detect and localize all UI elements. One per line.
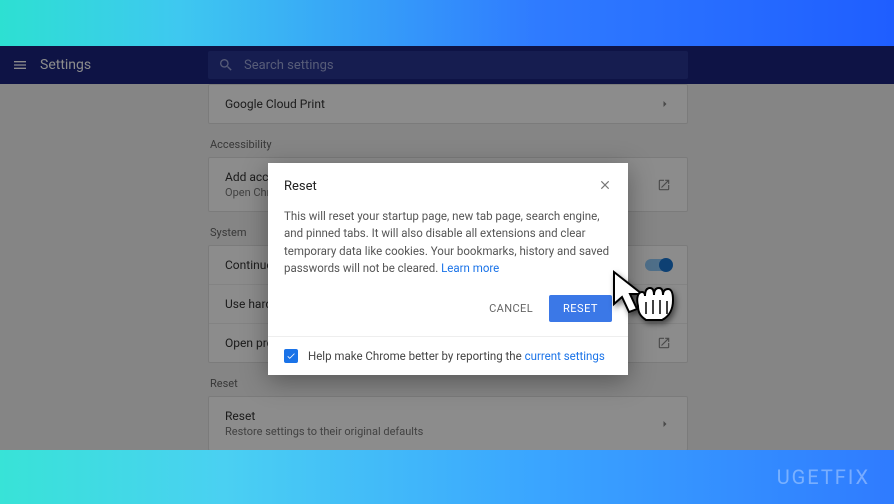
row-reset[interactable]: Reset Restore settings to their original…: [209, 397, 687, 450]
learn-more-link[interactable]: Learn more: [441, 261, 499, 275]
report-label: Help make Chrome better by reporting the…: [308, 349, 605, 363]
reset-dialog: Reset This will reset your startup page,…: [268, 163, 628, 375]
section-reset: Reset: [210, 377, 688, 390]
dialog-body: This will reset your startup page, new t…: [268, 206, 628, 287]
row-cloud-print[interactable]: Google Cloud Print: [209, 85, 687, 123]
dialog-title: Reset: [284, 179, 317, 194]
chevron-right-icon: [659, 98, 671, 110]
report-checkbox[interactable]: [284, 349, 298, 363]
search-placeholder: Search settings: [244, 58, 334, 73]
report-text: Help make Chrome better by reporting the: [308, 349, 525, 363]
search-icon: [218, 57, 234, 73]
settings-header: Settings Search settings: [0, 46, 894, 84]
menu-icon[interactable]: [0, 57, 40, 73]
chevron-right-icon: [659, 418, 671, 430]
external-link-icon: [657, 336, 671, 350]
check-icon: [286, 351, 296, 361]
page-title: Settings: [40, 57, 91, 73]
row-label: Google Cloud Print: [225, 97, 325, 111]
row-label: Reset: [225, 409, 423, 423]
reset-button[interactable]: RESET: [549, 295, 612, 322]
section-accessibility: Accessibility: [210, 138, 688, 151]
search-input[interactable]: Search settings: [208, 51, 688, 79]
close-icon: [598, 178, 612, 192]
cursor-pointer-icon: [604, 264, 684, 324]
row-sublabel: Restore settings to their original defau…: [225, 425, 423, 438]
watermark-text: UGETFIX: [777, 465, 870, 489]
current-settings-link[interactable]: current settings: [525, 349, 605, 363]
external-link-icon: [657, 178, 671, 192]
watermark: UGETFIX: [0, 450, 894, 504]
close-button[interactable]: [598, 177, 612, 196]
cancel-button[interactable]: CANCEL: [485, 296, 537, 321]
